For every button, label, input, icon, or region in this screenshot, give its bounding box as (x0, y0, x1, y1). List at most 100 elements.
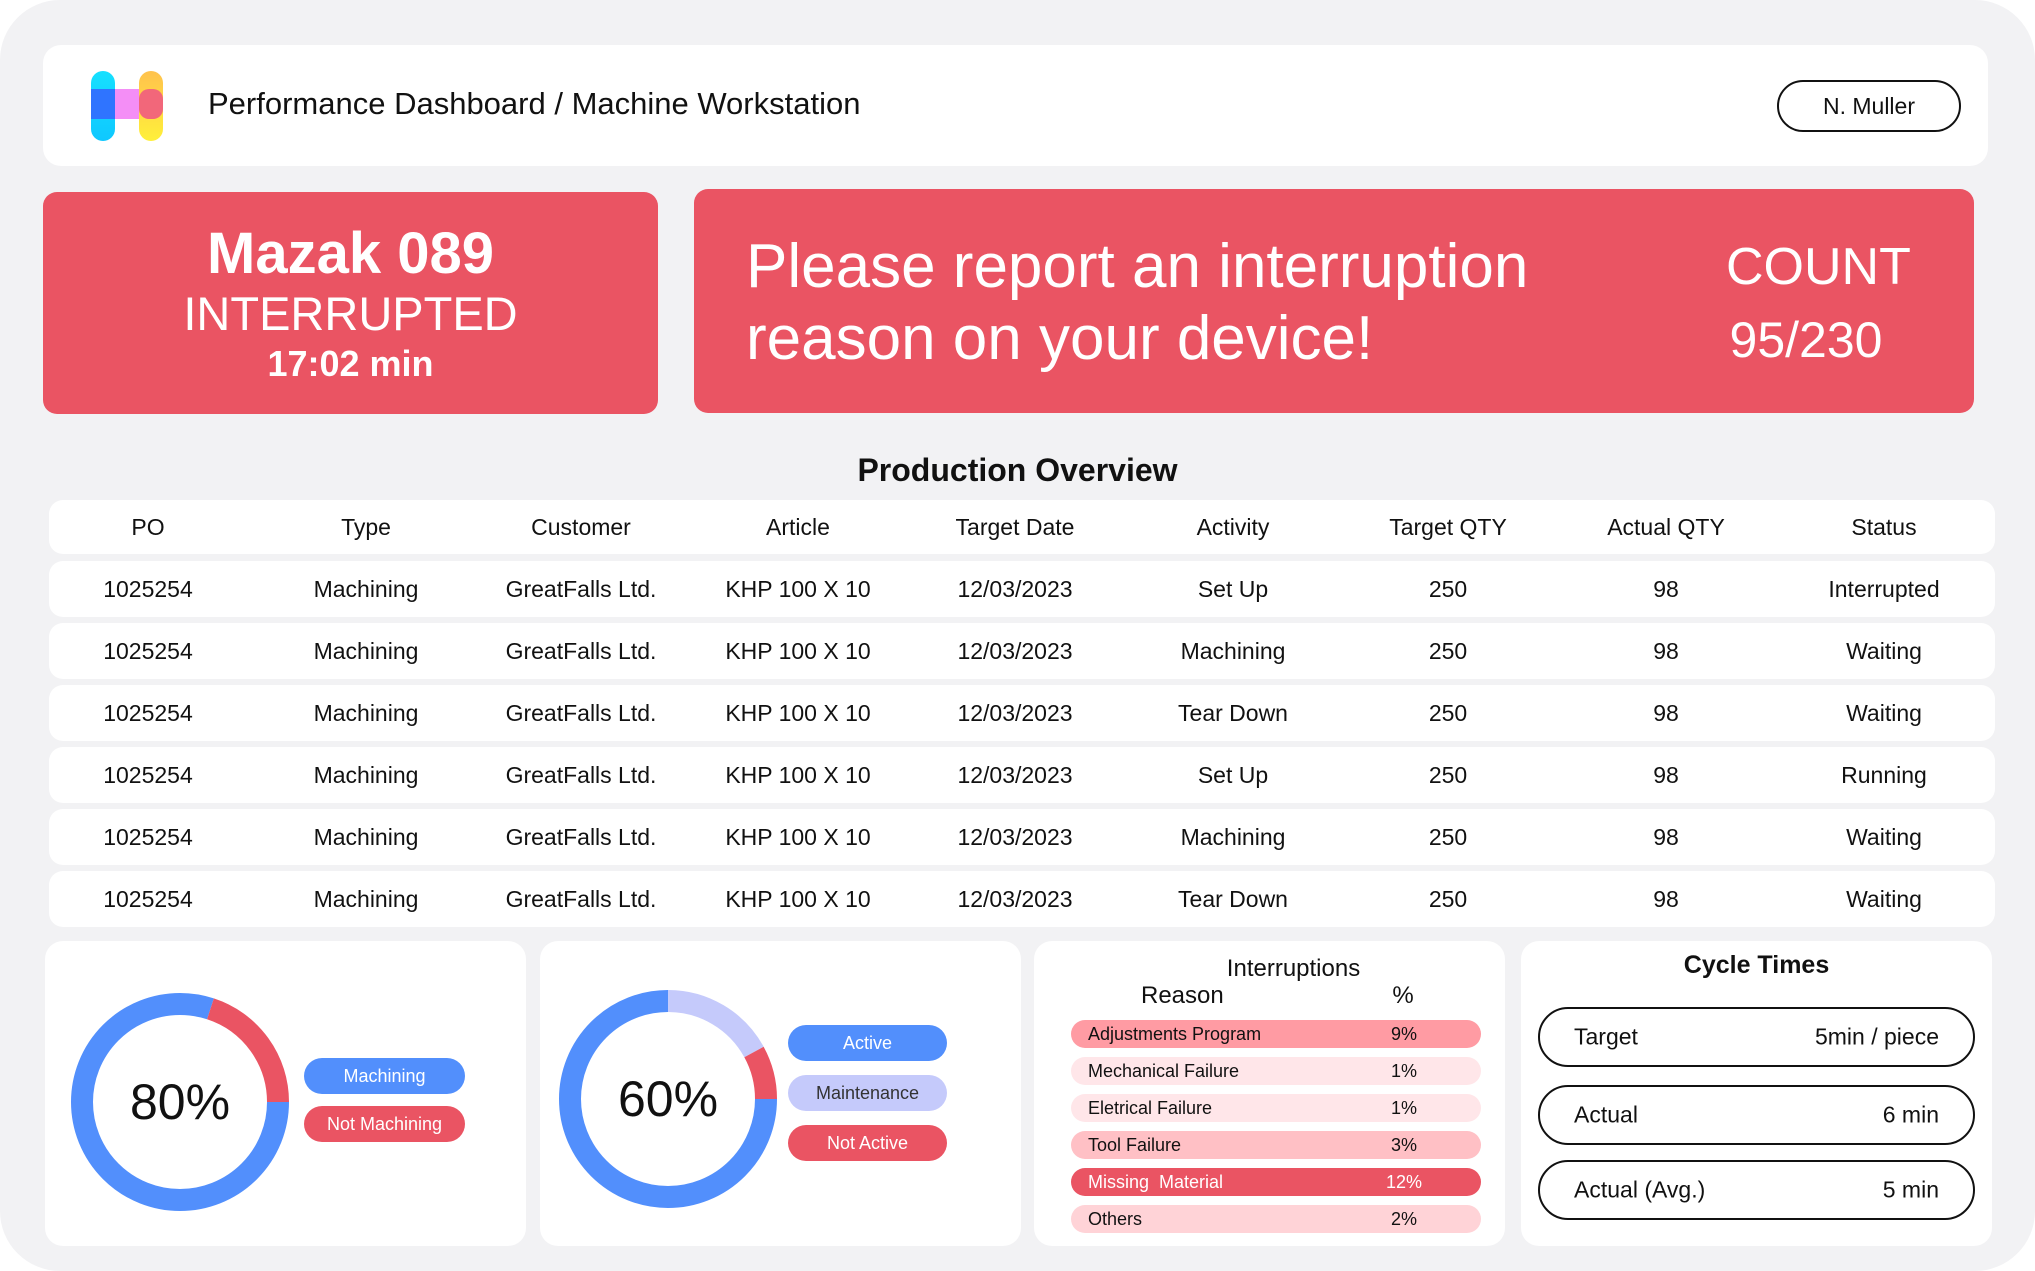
table-cell: GreatFalls Ltd. (505, 700, 657, 726)
table-cell: GreatFalls Ltd. (505, 886, 657, 912)
table-cell: 12/03/2023 (957, 576, 1073, 602)
table-cell: KHP 100 X 10 (725, 576, 871, 602)
interruption-row: Eletrical Failure 1% (1071, 1094, 1481, 1122)
machine-status-card: Mazak 089 INTERRUPTED 17:02 min (43, 192, 658, 414)
cycle-time-label: Actual (1574, 1101, 1638, 1128)
machining-panel: 80% Machining Not Machining (45, 941, 526, 1246)
column-header: Article (766, 514, 830, 540)
alert-card: Please report an interruption reason on … (694, 189, 1974, 413)
table-cell: GreatFalls Ltd. (505, 576, 657, 602)
table-cell: Tear Down (1178, 886, 1288, 912)
table-header-row: PO Type Customer Article Target Date Activity… (49, 500, 1995, 554)
machining-percent: 80% (129, 1074, 231, 1130)
user-button[interactable]: N. Muller (1777, 80, 1961, 132)
cycle-times-title: Cycle Times (1683, 951, 1830, 979)
table-cell: 12/03/2023 (957, 886, 1073, 912)
table-cell: 12/03/2023 (957, 824, 1073, 850)
interruption-row: Adjustments Program 9% (1071, 1020, 1481, 1048)
cycle-time-value: 5 min (1882, 1176, 1939, 1203)
percent-column-header: % (1392, 982, 1414, 1009)
table-row[interactable]: 1025254 Machining GreatFalls Ltd. KHP 100 X… (49, 747, 1995, 803)
table-cell: 250 (1428, 762, 1468, 788)
count-label: COUNT (1726, 238, 1911, 296)
table-cell: 12/03/2023 (957, 638, 1073, 664)
cycle-time-value: 5min / piece (1814, 1023, 1939, 1050)
table-cell: Machining (313, 638, 419, 664)
table-cell: Waiting (1846, 824, 1922, 850)
table-cell: 98 (1653, 886, 1679, 912)
alert-line-2: reason on your device! (746, 304, 1374, 373)
table-cell: 1025254 (103, 762, 193, 788)
cycle-time-label: Actual (Avg.) (1574, 1176, 1706, 1203)
table-row[interactable]: 1025254 Machining GreatFalls Ltd. KHP 100 X… (49, 871, 1995, 927)
table-cell: Set Up (1197, 762, 1269, 788)
page-title: Performance Dashboard / Machine Workstat… (208, 86, 861, 121)
header-bar: Performance Dashboard / Machine Workstat… (43, 45, 1988, 166)
cycle-time-value: 6 min (1882, 1101, 1939, 1128)
table-cell: Waiting (1846, 886, 1922, 912)
table-cell: Machining (313, 824, 419, 850)
column-header: Status (1851, 514, 1917, 540)
table-cell: 250 (1428, 638, 1468, 664)
table-cell: 250 (1428, 886, 1468, 912)
production-overview-title: Production Overview (857, 452, 1178, 488)
legend-maintenance: Maintenance (788, 1075, 947, 1111)
machine-state: INTERRUPTED (183, 287, 518, 340)
interruption-reason: Eletrical Failure (1088, 1098, 1213, 1118)
cycle-time-row: Actual 6 min (1538, 1085, 1975, 1145)
activity-panel: 60% Active Maintenance Not Active (540, 941, 1021, 1246)
table-cell: Machining (313, 762, 419, 788)
column-header: PO (131, 514, 165, 540)
table-cell: GreatFalls Ltd. (505, 824, 657, 850)
table-cell: 250 (1428, 576, 1468, 602)
interruptions-title: Interruptions (1226, 955, 1361, 982)
machine-name: Mazak 089 (207, 221, 494, 286)
legend-active: Active (788, 1025, 947, 1061)
table-cell: Tear Down (1178, 700, 1288, 726)
table-cell: 1025254 (103, 886, 193, 912)
table-row[interactable]: 1025254 Machining GreatFalls Ltd. KHP 100 X… (49, 685, 1995, 741)
column-header: Target QTY (1389, 514, 1507, 540)
table-cell: 250 (1428, 824, 1468, 850)
H-logo-icon (91, 71, 163, 141)
table-cell: 98 (1653, 762, 1679, 788)
table-cell: 1025254 (103, 638, 193, 664)
cycle-time-label: Target (1574, 1023, 1638, 1050)
table-row[interactable]: 1025254 Machining GreatFalls Ltd. KHP 100 X… (49, 809, 1995, 865)
table-cell: Machining (313, 700, 419, 726)
column-header: Activity (1196, 514, 1270, 540)
legend-not-machining: Not Machining (304, 1106, 465, 1142)
interruption-reason: Adjustments Program (1088, 1024, 1262, 1044)
table-cell: Interrupted (1828, 576, 1940, 602)
interruption-reason: Mechanical Failure (1088, 1061, 1240, 1081)
cycle-time-row: Actual (Avg.) 5 min (1538, 1160, 1975, 1220)
table-cell: 98 (1653, 638, 1679, 664)
table-cell: 1025254 (103, 824, 193, 850)
table-cell: GreatFalls Ltd. (505, 762, 657, 788)
table-cell: 12/03/2023 (957, 762, 1073, 788)
alert-line-1: Please report an interruption (746, 232, 1529, 301)
table-cell: 1025254 (103, 700, 193, 726)
table-row[interactable]: 1025254 Machining GreatFalls Ltd. KHP 100 X… (49, 561, 1995, 617)
legend-machining: Machining (304, 1058, 465, 1094)
table-cell: KHP 100 X 10 (725, 700, 871, 726)
column-header: Actual QTY (1607, 514, 1725, 540)
interruption-reason: Tool Failure (1088, 1135, 1182, 1155)
column-header: Customer (531, 514, 631, 540)
table-cell: KHP 100 X 10 (725, 638, 871, 664)
table-cell: Machining (313, 886, 419, 912)
table-cell: GreatFalls Ltd. (505, 638, 657, 664)
reason-column-header: Reason (1141, 982, 1224, 1009)
column-header: Target Date (955, 514, 1075, 540)
legend-not-active: Not Active (788, 1125, 947, 1161)
count-value: 95/230 (1729, 312, 1883, 368)
table-cell: 12/03/2023 (957, 700, 1073, 726)
interruption-reason: Others (1088, 1209, 1143, 1229)
cycle-time-row: Target 5min / piece (1538, 1007, 1975, 1067)
table-cell: 250 (1428, 700, 1468, 726)
table-row[interactable]: 1025254 Machining GreatFalls Ltd. KHP 100 X… (49, 623, 1995, 679)
table-cell: Waiting (1846, 700, 1922, 726)
table-cell: 98 (1653, 700, 1679, 726)
interruption-row: Tool Failure 3% (1071, 1131, 1481, 1159)
table-cell: KHP 100 X 10 (725, 824, 871, 850)
